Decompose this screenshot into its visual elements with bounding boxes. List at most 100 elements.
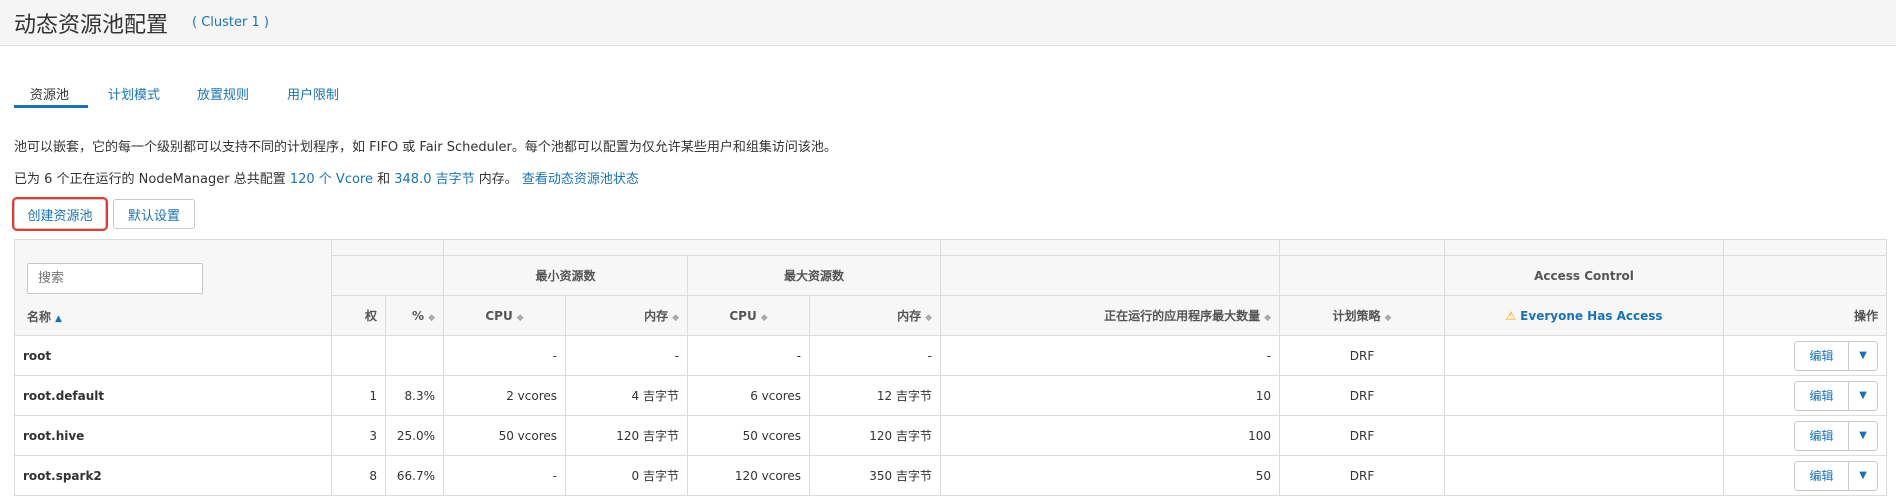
group-min-resources: 最小资源数 bbox=[443, 255, 688, 296]
sort-icon: ◆ bbox=[925, 313, 932, 323]
sort-icon: ◆ bbox=[516, 312, 524, 323]
sort-icon: ◆ bbox=[1264, 313, 1271, 323]
edit-split-button[interactable]: 编辑 ▼ bbox=[1794, 420, 1878, 451]
table-row: root.default 1 8.3% 2 vcores 4 吉字节 6 vcores 12… bbox=[14, 375, 1887, 416]
max-mem-cell: 350 吉字节 bbox=[809, 455, 941, 496]
name-header-cell: 名称 ▲ bbox=[14, 239, 332, 336]
pct-cell: 66.7% bbox=[385, 455, 444, 496]
capacity-and: 和 bbox=[373, 172, 395, 187]
col-policy-header[interactable]: 计划策略 ◆ bbox=[1279, 295, 1445, 336]
col-access-header: ⚠ Everyone Has Access bbox=[1444, 295, 1724, 336]
col-max-apps: 正在运行的应用程序最大数量 bbox=[1104, 309, 1261, 323]
capacity-prefix: 已为 6 个正在运行的 NodeManager 总共配置 bbox=[14, 172, 290, 187]
col-max-cpu: CPU bbox=[729, 308, 757, 323]
min-cpu-cell: 2 vcores bbox=[443, 375, 566, 416]
policy-cell: DRF bbox=[1279, 335, 1445, 376]
col-pct: % bbox=[412, 308, 425, 323]
col-min-cpu-header[interactable]: CPU ◆ bbox=[443, 295, 566, 336]
col-policy: 计划策略 bbox=[1332, 309, 1381, 323]
col-max-mem-header[interactable]: 内存 ◆ bbox=[809, 295, 941, 336]
caret-down-icon[interactable]: ▼ bbox=[1849, 462, 1877, 490]
memory-suffix: 内存。 bbox=[474, 172, 522, 187]
sort-icon: ◆ bbox=[672, 313, 679, 323]
min-mem-cell: 4 吉字节 bbox=[565, 375, 688, 416]
max-apps-cell: 100 bbox=[940, 415, 1280, 456]
tab-placement-rules[interactable]: 放置规则 bbox=[195, 78, 251, 109]
max-mem-cell: 120 吉字节 bbox=[809, 415, 941, 456]
search-input[interactable] bbox=[27, 263, 203, 294]
min-cpu-cell: - bbox=[443, 335, 566, 376]
max-cpu-cell: 6 vcores bbox=[687, 375, 810, 416]
ops-cell: 编辑 ▼ bbox=[1723, 415, 1887, 456]
pools-table: 名称▲ 最小资源数 最大资源数 Access Control 权 %◆ CPU◆… bbox=[14, 239, 1887, 496]
pool-name: root bbox=[14, 335, 332, 376]
policy-cell: DRF bbox=[1279, 415, 1445, 456]
col-access[interactable]: Everyone Has Access bbox=[1520, 309, 1662, 323]
create-pool-button[interactable]: 创建资源池 bbox=[14, 199, 106, 229]
vcore-link[interactable]: 120 个 Vcore bbox=[290, 172, 373, 187]
pct-cell bbox=[385, 335, 444, 376]
edit-split-button[interactable]: 编辑 ▼ bbox=[1794, 460, 1878, 491]
col-name[interactable]: 名称 bbox=[27, 310, 51, 324]
ops-cell: 编辑 ▼ bbox=[1723, 335, 1887, 376]
pools-description: 池可以嵌套，它的每一个级别都可以支持不同的计划程序，如 FIFO 或 Fair … bbox=[14, 140, 837, 155]
group-max-resources: 最大资源数 bbox=[687, 255, 941, 296]
col-max-apps-header[interactable]: 正在运行的应用程序最大数量 ◆ bbox=[940, 295, 1280, 336]
warning-icon: ⚠ bbox=[1505, 308, 1517, 323]
tab-schedule-mode[interactable]: 计划模式 bbox=[106, 78, 162, 109]
caret-down-icon[interactable]: ▼ bbox=[1849, 382, 1877, 410]
col-weight: 权 bbox=[364, 309, 377, 323]
weight-cell: 1 bbox=[331, 375, 386, 416]
col-max-mem: 内存 bbox=[897, 309, 922, 323]
edit-button[interactable]: 编辑 bbox=[1795, 341, 1849, 370]
min-cpu-cell: - bbox=[443, 455, 566, 496]
sort-icon: ◆ bbox=[428, 312, 435, 323]
pool-name: root.hive bbox=[14, 415, 332, 456]
access-cell bbox=[1444, 375, 1724, 416]
max-apps-cell: 10 bbox=[940, 375, 1280, 416]
col-ops: 操作 bbox=[1853, 309, 1878, 323]
tab-user-limits[interactable]: 用户限制 bbox=[285, 78, 341, 109]
edit-button[interactable]: 编辑 bbox=[1795, 421, 1849, 450]
default-settings-button[interactable]: 默认设置 bbox=[113, 199, 195, 229]
col-weight-header[interactable]: 权 bbox=[331, 295, 386, 336]
pct-cell: 25.0% bbox=[385, 415, 444, 456]
weight-cell: 3 bbox=[331, 415, 386, 456]
max-cpu-cell: 120 vcores bbox=[687, 455, 810, 496]
edit-split-button[interactable]: 编辑 ▼ bbox=[1794, 380, 1878, 411]
cluster-capacity-info: 已为 6 个正在运行的 NodeManager 总共配置 120 个 Vcore… bbox=[14, 168, 639, 187]
max-apps-cell: 50 bbox=[940, 455, 1280, 496]
col-ops-header: 操作 bbox=[1723, 295, 1887, 336]
col-max-cpu-header[interactable]: CPU ◆ bbox=[687, 295, 810, 336]
sort-asc-icon[interactable]: ▲ bbox=[55, 314, 62, 324]
policy-cell: DRF bbox=[1279, 375, 1445, 416]
weight-cell bbox=[331, 335, 386, 376]
caret-down-icon[interactable]: ▼ bbox=[1849, 422, 1877, 450]
memory-link[interactable]: 348.0 吉字节 bbox=[394, 172, 474, 187]
access-cell bbox=[1444, 415, 1724, 456]
edit-split-button[interactable]: 编辑 ▼ bbox=[1794, 340, 1878, 371]
min-mem-cell: 120 吉字节 bbox=[565, 415, 688, 456]
caret-down-icon[interactable]: ▼ bbox=[1849, 342, 1877, 370]
max-apps-cell: - bbox=[940, 335, 1280, 376]
edit-button[interactable]: 编辑 bbox=[1795, 381, 1849, 410]
col-pct-header[interactable]: % ◆ bbox=[385, 295, 444, 336]
pool-status-link[interactable]: 查看动态资源池状态 bbox=[522, 172, 639, 187]
pool-name: root.default bbox=[14, 375, 332, 416]
col-min-cpu: CPU bbox=[485, 308, 513, 323]
max-cpu-cell: 50 vcores bbox=[687, 415, 810, 456]
table-row: root.hive 3 25.0% 50 vcores 120 吉字节 50 vcores… bbox=[14, 415, 1887, 456]
table-row: root.spark2 8 66.7% -0 吉字节 120 vcores 350 吉字节… bbox=[14, 455, 1887, 496]
ops-cell: 编辑 ▼ bbox=[1723, 455, 1887, 496]
edit-button[interactable]: 编辑 bbox=[1795, 461, 1849, 490]
page-header: 动态资源池配置 ( Cluster 1 ) bbox=[0, 0, 1896, 46]
max-cpu-cell: - bbox=[687, 335, 810, 376]
pool-name: root.spark2 bbox=[14, 455, 332, 496]
ops-cell: 编辑 ▼ bbox=[1723, 375, 1887, 416]
max-mem-cell: - bbox=[809, 335, 941, 376]
group-access-control: Access Control bbox=[1444, 255, 1724, 296]
policy-cell: DRF bbox=[1279, 455, 1445, 496]
col-min-mem-header[interactable]: 内存 ◆ bbox=[565, 295, 688, 336]
cluster-link[interactable]: ( Cluster 1 ) bbox=[192, 15, 269, 30]
access-cell bbox=[1444, 335, 1724, 376]
